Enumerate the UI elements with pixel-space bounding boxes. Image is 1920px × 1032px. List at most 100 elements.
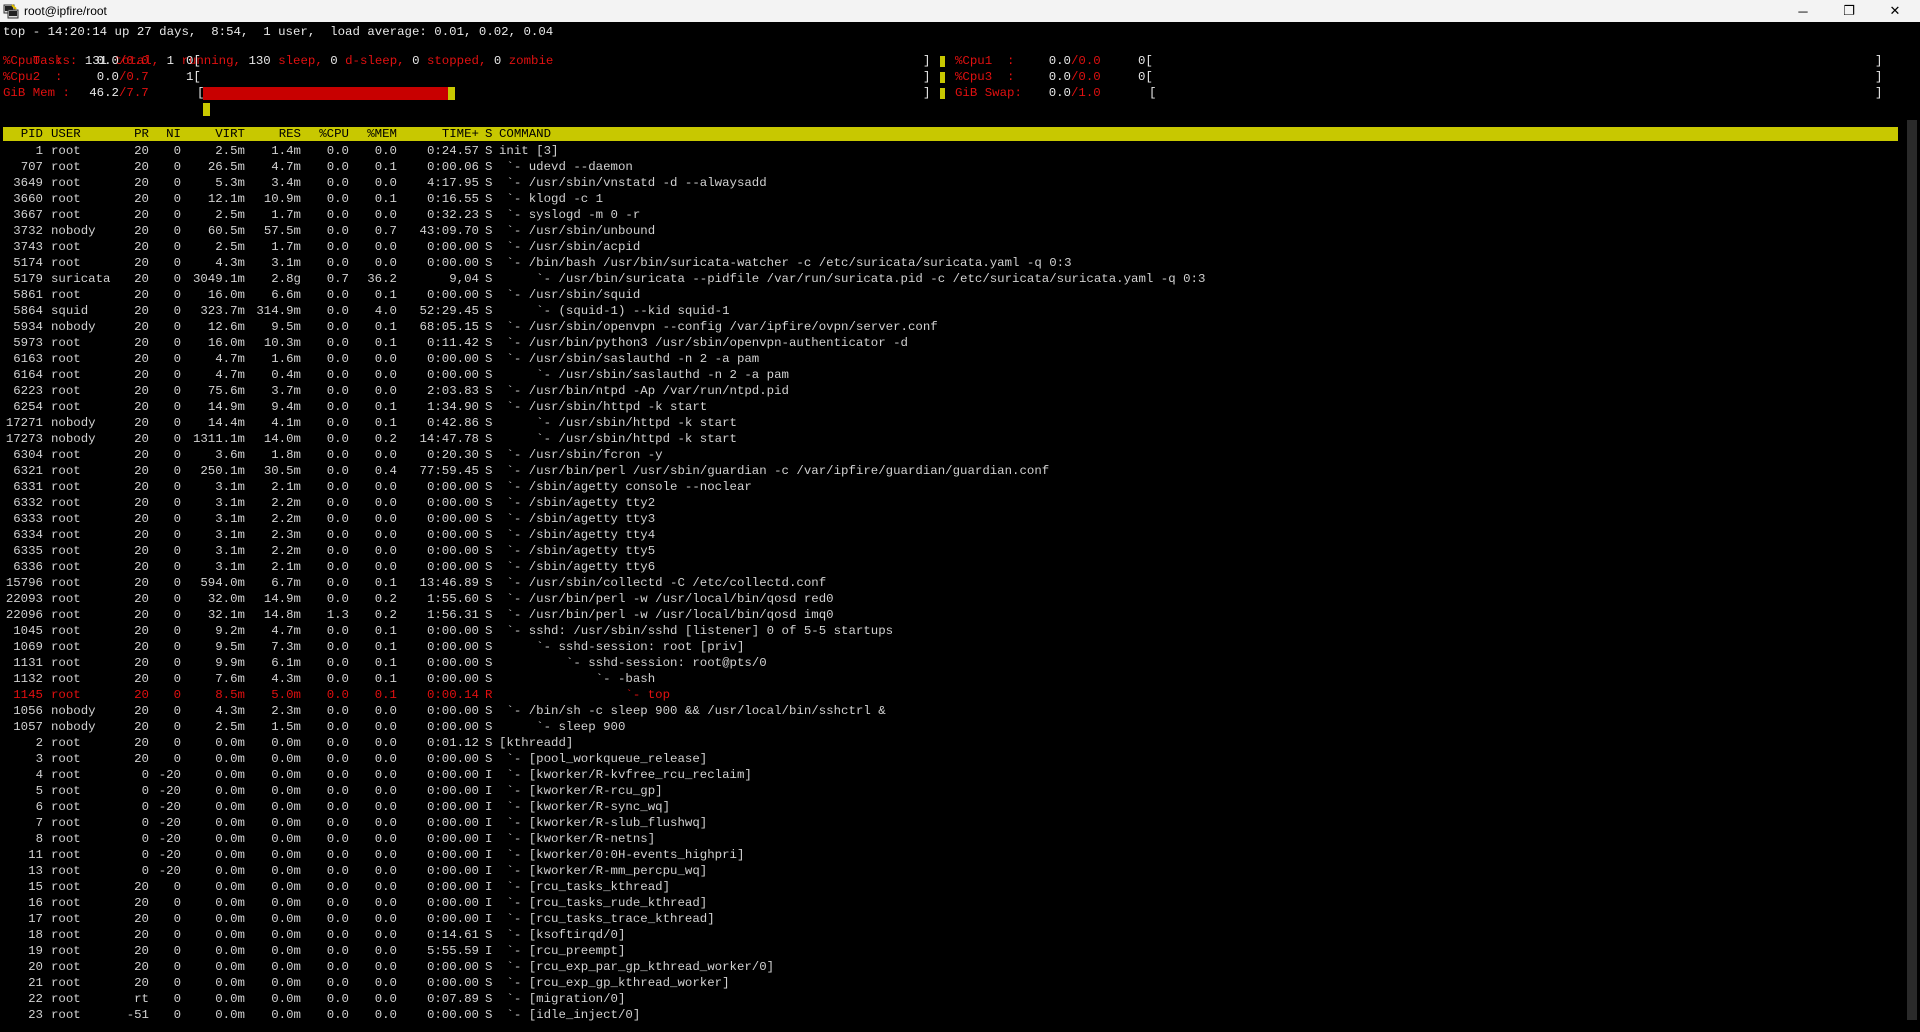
process-row[interactable]: 13 root 0 -20 0.0m 0.0m 0.0 0.0 0:00.00 I `- [kwo…	[3, 863, 1898, 879]
process-res: 0.0m	[271, 864, 301, 878]
process-row[interactable]: 5934 nobody 20 0 12.6m 9.5m 0.0 0.1 68:05.15 S `-…	[3, 319, 1898, 335]
process-row[interactable]: 6164 root 20 0 4.7m 0.4m 0.0 0.0 0:00.00 S `- /us…	[3, 367, 1898, 383]
process-s: S	[485, 736, 493, 750]
process-row[interactable]: 21 root 20 0 0.0m 0.0m 0.0 0.0 0:00.00 S `- [rcu_…	[3, 975, 1898, 991]
process-cpu: 0.0	[326, 432, 349, 446]
process-res: 2.1m	[271, 560, 301, 574]
process-row[interactable]: 15796 root 20 0 594.0m 6.7m 0.0 0.1 13:46.89 S `-…	[3, 575, 1898, 591]
process-pid: 19	[28, 944, 43, 958]
process-row[interactable]: 16 root 20 0 0.0m 0.0m 0.0 0.0 0:00.00 I `- [rcu_…	[3, 895, 1898, 911]
process-row[interactable]: 6223 root 20 0 75.6m 3.7m 0.0 0.0 2:03.83 S `- /u…	[3, 383, 1898, 399]
process-user: root	[51, 976, 81, 990]
terminal-area[interactable]: top - 14:20:14 up 27 days, 8:54, 1 user,…	[0, 22, 1920, 1032]
process-mem: 0.2	[374, 432, 397, 446]
process-row[interactable]: 22 root rt 0 0.0m 0.0m 0.0 0.0 0:07.89 S `- [migr…	[3, 991, 1898, 1007]
process-row[interactable]: 6332 root 20 0 3.1m 2.2m 0.0 0.0 0:00.00 S `- /sb…	[3, 495, 1898, 511]
process-row[interactable]: 6304 root 20 0 3.6m 1.8m 0.0 0.0 0:20.30 S `- /us…	[3, 447, 1898, 463]
process-row[interactable]: 1069 root 20 0 9.5m 7.3m 0.0 0.1 0:00.00 S `- ssh…	[3, 639, 1898, 655]
scrollbar-thumb[interactable]	[1907, 120, 1917, 1020]
process-cpu: 0.0	[326, 624, 349, 638]
process-row[interactable]: 8 root 0 -20 0.0m 0.0m 0.0 0.0 0:00.00 I `- [kwor…	[3, 831, 1898, 847]
col-state[interactable]: S	[485, 127, 492, 141]
process-row[interactable]: 5864 squid 20 0 323.7m 314.9m 0.0 4.0 52:29.45 S …	[3, 303, 1898, 319]
process-cmd: `- sshd: /usr/sbin/sshd [listener] 0 of …	[499, 624, 894, 638]
process-row[interactable]: 1056 nobody 20 0 4.3m 2.3m 0.0 0.0 0:00.00 S `- /…	[3, 703, 1898, 719]
col-pr[interactable]: PR	[123, 127, 149, 141]
close-button[interactable]: ✕	[1872, 0, 1918, 22]
process-row[interactable]: 1045 root 20 0 9.2m 4.7m 0.0 0.1 0:00.00 S `- ssh…	[3, 623, 1898, 639]
process-cpu: 0.0	[326, 448, 349, 462]
process-res: 6.6m	[271, 288, 301, 302]
process-ni: -20	[158, 864, 181, 878]
col-mem[interactable]: %MEM	[353, 127, 397, 141]
col-pid[interactable]: PID	[3, 127, 43, 141]
process-row[interactable]: 17273 nobody 20 0 1311.1m 14.0m 0.0 0.2 14:47.78…	[3, 431, 1898, 447]
process-row[interactable]: 6335 root 20 0 3.1m 2.2m 0.0 0.0 0:00.00 S `- /sb…	[3, 543, 1898, 559]
process-row[interactable]: 6333 root 20 0 3.1m 2.2m 0.0 0.0 0:00.00 S `- /sb…	[3, 511, 1898, 527]
process-row[interactable]: 17 root 20 0 0.0m 0.0m 0.0 0.0 0:00.00 I `- [rcu_…	[3, 911, 1898, 927]
process-row[interactable]: 1 root 20 0 2.5m 1.4m 0.0 0.0 0:24.57 Sinit [3]	[3, 143, 1898, 159]
process-row[interactable]: 707 root 20 0 26.5m 4.7m 0.0 0.1 0:00.06 S `- ude…	[3, 159, 1898, 175]
process-row[interactable]: 5973 root 20 0 16.0m 10.3m 0.0 0.1 0:11.42 S `- /…	[3, 335, 1898, 351]
process-res: 2.3m	[271, 528, 301, 542]
process-row[interactable]: 19 root 20 0 0.0m 0.0m 0.0 0.0 5:55.59 I `- [rcu_…	[3, 943, 1898, 959]
process-cmd: `- /usr/sbin/saslauthd -n 2 -a pam	[499, 352, 760, 366]
process-pid: 5179	[13, 272, 43, 286]
process-row[interactable]: 23 root -51 0 0.0m 0.0m 0.0 0.0 0:00.00 S `- [idl…	[3, 1007, 1898, 1023]
col-res[interactable]: RES	[249, 127, 301, 141]
process-row[interactable]: 2 root 20 0 0.0m 0.0m 0.0 0.0 0:01.12 S [kthreadd]	[3, 735, 1898, 751]
column-header: PID USER PR NI VIRT RES %CPU %MEM TIME+ …	[3, 127, 1898, 141]
process-row[interactable]: 5179 suricata 20 0 3049.1m 2.8g 0.7 36.2 9,04 S `…	[3, 271, 1898, 287]
process-virt: 9.9m	[215, 656, 245, 670]
process-mem: 0.0	[374, 368, 397, 382]
process-row[interactable]: 4 root 0 -20 0.0m 0.0m 0.0 0.0 0:00.00 I `- [kwor…	[3, 767, 1898, 783]
process-row[interactable]: 6331 root 20 0 3.1m 2.1m 0.0 0.0 0:00.00 S `- /sb…	[3, 479, 1898, 495]
col-command[interactable]: COMMAND	[499, 127, 551, 141]
process-row[interactable]: 17271 nobody 20 0 14.4m 4.1m 0.0 0.1 0:42.86 S `-…	[3, 415, 1898, 431]
col-cpu[interactable]: %CPU	[305, 127, 349, 141]
col-ni[interactable]: NI	[153, 127, 181, 141]
col-virt[interactable]: VIRT	[189, 127, 245, 141]
process-cpu: 0.0	[326, 832, 349, 846]
process-row[interactable]: 1131 root 20 0 9.9m 6.1m 0.0 0.1 0:00.00 S `- ssh…	[3, 655, 1898, 671]
process-ni: 0	[173, 256, 181, 270]
process-row[interactable]: 5174 root 20 0 4.3m 3.1m 0.0 0.0 0:00.00 S `- /bi…	[3, 255, 1898, 271]
process-row[interactable]: 3660 root 20 0 12.1m 10.9m 0.0 0.1 0:16.55 S `- k…	[3, 191, 1898, 207]
process-row[interactable]: 3743 root 20 0 2.5m 1.7m 0.0 0.0 0:00.00 S `- /us…	[3, 239, 1898, 255]
process-row[interactable]: 5 root 0 -20 0.0m 0.0m 0.0 0.0 0:00.00 I `- [kwor…	[3, 783, 1898, 799]
process-mem: 0.0	[374, 480, 397, 494]
process-ni: 0	[173, 272, 181, 286]
process-row[interactable]: 22096 root 20 0 32.1m 14.8m 1.3 0.2 1:56.31 S `- …	[3, 607, 1898, 623]
process-row[interactable]: 6254 root 20 0 14.9m 9.4m 0.0 0.1 1:34.90 S `- /u…	[3, 399, 1898, 415]
maximize-button[interactable]: ❐	[1826, 0, 1872, 22]
process-row[interactable]: 1132 root 20 0 7.6m 4.3m 0.0 0.1 0:00.00 S `- -ba…	[3, 671, 1898, 687]
process-row[interactable]: 1057 nobody 20 0 2.5m 1.5m 0.0 0.0 0:00.00 S `- s…	[3, 719, 1898, 735]
process-row[interactable]: 3649 root 20 0 5.3m 3.4m 0.0 0.0 4:17.95 S `- /us…	[3, 175, 1898, 191]
process-row[interactable]: 3667 root 20 0 2.5m 1.7m 0.0 0.0 0:32.23 S `- sys…	[3, 207, 1898, 223]
process-pid: 3732	[13, 224, 43, 238]
process-cmd: `- /bin/sh -c sleep 900 && /usr/local/bi…	[499, 704, 886, 718]
process-row[interactable]: 15 root 20 0 0.0m 0.0m 0.0 0.0 0:00.00 I `- [rcu_…	[3, 879, 1898, 895]
col-user[interactable]: USER	[51, 127, 81, 141]
process-row[interactable]: 6336 root 20 0 3.1m 2.1m 0.0 0.0 0:00.00 S `- /sb…	[3, 559, 1898, 575]
process-row[interactable]: 6321 root 20 0 250.1m 30.5m 0.0 0.4 77:59.45 S `-…	[3, 463, 1898, 479]
process-pr: 20	[134, 704, 149, 718]
process-row[interactable]: 3732 nobody 20 0 60.5m 57.5m 0.0 0.7 43:09.70 S `…	[3, 223, 1898, 239]
process-row[interactable]: 7 root 0 -20 0.0m 0.0m 0.0 0.0 0:00.00 I `- [kwor…	[3, 815, 1898, 831]
process-row[interactable]: 1145 root 20 0 8.5m 5.0m 0.0 0.1 0:00.14 R `- top	[3, 687, 1898, 703]
process-row[interactable]: 6 root 0 -20 0.0m 0.0m 0.0 0.0 0:00.00 I `- [kwor…	[3, 799, 1898, 815]
process-row[interactable]: 20 root 20 0 0.0m 0.0m 0.0 0.0 0:00.00 S `- [rcu_…	[3, 959, 1898, 975]
process-row[interactable]: 5861 root 20 0 16.0m 6.6m 0.0 0.1 0:00.00 S `- /u…	[3, 287, 1898, 303]
col-time[interactable]: TIME+	[403, 127, 479, 141]
process-mem: 0.0	[374, 848, 397, 862]
process-row[interactable]: 18 root 20 0 0.0m 0.0m 0.0 0.0 0:14.61 S `- [ksof…	[3, 927, 1898, 943]
process-res: 0.0m	[271, 816, 301, 830]
minimize-button[interactable]: ─	[1780, 0, 1826, 22]
process-cmd: `- udevd --daemon	[499, 160, 633, 174]
process-pr: 20	[134, 240, 149, 254]
process-row[interactable]: 3 root 20 0 0.0m 0.0m 0.0 0.0 0:00.00 S `- [pool_…	[3, 751, 1898, 767]
process-row[interactable]: 6334 root 20 0 3.1m 2.3m 0.0 0.0 0:00.00 S `- /sb…	[3, 527, 1898, 543]
process-row[interactable]: 22093 root 20 0 32.0m 14.9m 0.0 0.2 1:55.60 S `- …	[3, 591, 1898, 607]
process-row[interactable]: 6163 root 20 0 4.7m 1.6m 0.0 0.0 0:00.00 S `- /us…	[3, 351, 1898, 367]
process-row[interactable]: 11 root 0 -20 0.0m 0.0m 0.0 0.0 0:00.00 I `- [kwo…	[3, 847, 1898, 863]
